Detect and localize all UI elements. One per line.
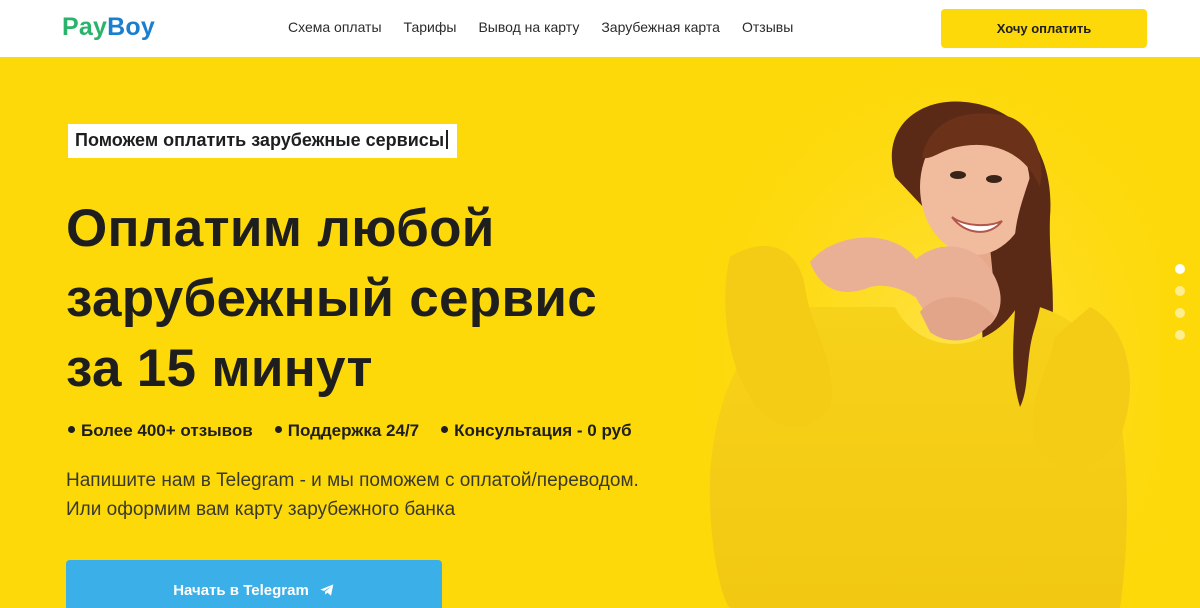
hero-description-line-1: Напишите нам в Telegram - и мы поможем с… xyxy=(66,470,639,491)
headline-line-1: Оплатим любой xyxy=(66,199,495,258)
nav-item-reviews[interactable]: Отзывы xyxy=(742,19,793,35)
main-nav: Схема оплаты Тарифы Вывод на карту Заруб… xyxy=(288,19,793,35)
telegram-plane-icon xyxy=(320,584,334,596)
slider-dot-3[interactable] xyxy=(1175,308,1185,318)
feature-support: Поддержка 24/7 xyxy=(274,421,420,441)
hero-headline: Оплатим любой зарубежный сервис за 15 ми… xyxy=(66,194,706,404)
hero-tagline-text: Поможем оплатить зарубежные сервисы xyxy=(75,130,445,150)
feature-support-label: Поддержка 24/7 xyxy=(287,421,420,440)
woman-heart-hands-photo xyxy=(690,57,1160,608)
want-to-pay-button[interactable]: Хочу оплатить xyxy=(941,9,1147,48)
nav-item-withdraw-to-card[interactable]: Вывод на карту xyxy=(478,19,579,35)
start-in-telegram-label: Начать в Telegram xyxy=(173,581,309,599)
feature-reviews-label: Более 400+ отзывов xyxy=(81,421,253,440)
headline-line-2: зарубежный сервис xyxy=(66,269,598,328)
logo-part-pay: Pay xyxy=(62,13,108,41)
feature-consultation: Консультация - 0 руб xyxy=(441,421,632,441)
bullet-dot-icon xyxy=(274,426,282,433)
hero-section: Поможем оплатить зарубежные сервисы Опла… xyxy=(0,57,1200,608)
payboy-logo[interactable]: PayBoy xyxy=(62,13,155,42)
slider-dot-2[interactable] xyxy=(1175,286,1185,296)
hero-features: Более 400+ отзывов Поддержка 24/7 Консул… xyxy=(68,421,632,441)
nav-item-payment-scheme[interactable]: Схема оплаты xyxy=(288,19,382,35)
typing-caret xyxy=(446,130,449,149)
logo-part-boy: Boy xyxy=(107,13,155,41)
slider-pagination xyxy=(1175,264,1185,340)
nav-item-tariffs[interactable]: Тарифы xyxy=(404,19,457,35)
site-header: PayBoy Схема оплаты Тарифы Вывод на карт… xyxy=(0,0,1200,57)
headline-line-3: за 15 минут xyxy=(66,339,373,398)
slider-dot-1[interactable] xyxy=(1175,264,1185,274)
feature-consultation-label: Консультация - 0 руб xyxy=(454,421,632,440)
hero-description-line-2: Или оформим вам карту зарубежного банка xyxy=(66,499,456,520)
hero-description: Напишите нам в Telegram - и мы поможем с… xyxy=(66,466,746,524)
slider-dot-4[interactable] xyxy=(1175,330,1185,340)
hero-tagline: Поможем оплатить зарубежные сервисы xyxy=(68,124,458,158)
nav-item-foreign-card[interactable]: Зарубежная карта xyxy=(601,19,720,35)
feature-reviews: Более 400+ отзывов xyxy=(68,421,253,441)
bullet-dot-icon xyxy=(68,426,75,433)
bullet-dot-icon xyxy=(441,426,449,433)
start-in-telegram-button[interactable]: Начать в Telegram xyxy=(66,560,442,608)
